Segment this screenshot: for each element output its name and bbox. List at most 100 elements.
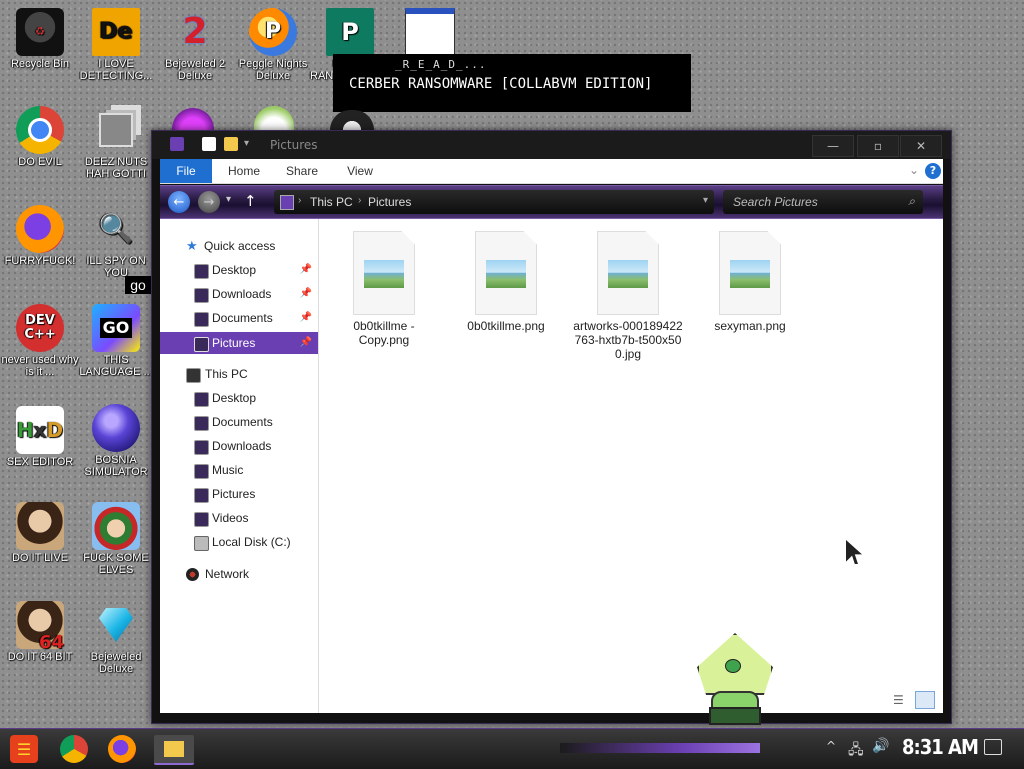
properties-qa-icon[interactable] <box>202 137 216 151</box>
partial-icon-gear[interactable] <box>330 110 374 130</box>
address-bar[interactable]: › This PC › Pictures ▾ <box>274 190 714 214</box>
show-hidden-icons-icon[interactable]: ^ <box>826 739 836 753</box>
nav-this-pc[interactable]: This PC <box>160 363 318 385</box>
action-center-icon[interactable] <box>984 739 1002 755</box>
pin-icon[interactable]: 📌 <box>300 332 312 354</box>
maximize-button[interactable]: ▫ <box>857 135 899 157</box>
close-button[interactable]: ✕ <box>900 135 942 157</box>
details-view-icon[interactable]: ☰ <box>893 693 904 707</box>
search-icon[interactable]: ⌕ <box>908 194 915 209</box>
desktop-icon-do-it-64[interactable]: 64 DO IT 64 BIT <box>0 601 80 663</box>
qa-dropdown-icon[interactable]: ▾ <box>244 138 249 149</box>
breadcrumb-separator-icon: › <box>298 195 302 206</box>
search-box[interactable]: Search Pictures ⌕ <box>723 190 923 214</box>
nav-pc-documents[interactable]: Documents <box>160 411 318 433</box>
breadcrumb-this-pc[interactable]: This PC <box>310 195 353 209</box>
pin-icon[interactable]: 📌 <box>300 307 312 329</box>
desktop-folder-icon <box>194 264 209 279</box>
nav-pc-pictures[interactable]: Pictures <box>160 483 318 505</box>
forward-button[interactable]: → <box>198 191 220 213</box>
nav-pc-music[interactable]: Music <box>160 459 318 481</box>
view-toggle: ☰ <box>893 691 937 709</box>
goland-icon: GO <box>92 304 140 352</box>
taskbar: ☰ ^ 🖧 🔊 8:31 AM <box>0 728 1024 769</box>
tab-file[interactable]: File <box>160 159 212 183</box>
desktop-icon-fuck-some-elves[interactable]: FUCK SOME ELVES <box>76 502 156 576</box>
portrait-icon <box>16 502 64 550</box>
ransom-file-label: _R_E_A_D_... <box>395 58 487 71</box>
nav-network[interactable]: Network <box>160 563 318 585</box>
breadcrumb-pictures[interactable]: Pictures <box>368 195 411 209</box>
breadcrumb-separator-icon: › <box>358 195 362 206</box>
file-explorer-window: ▾ Pictures — ▫ ✕ File Home Share View ⌄ … <box>151 130 952 725</box>
partial-icon-flower[interactable] <box>254 106 294 130</box>
tab-home[interactable]: Home <box>222 159 266 183</box>
up-button[interactable]: ↑ <box>244 192 257 210</box>
volume-icon[interactable]: 🔊 <box>872 738 889 754</box>
desktop-folder-icon <box>194 392 209 407</box>
tab-share[interactable]: Share <box>280 159 324 183</box>
chrome-icon <box>16 106 64 154</box>
pin-icon[interactable]: 📌 <box>300 283 312 305</box>
desktop-icon-recycle-bin[interactable]: ♻ Recycle Bin <box>0 8 80 70</box>
recent-locations-icon[interactable]: ▾ <box>226 194 231 205</box>
file-item[interactable]: artworks-000189422763-hxtb7b-t500x500.jp… <box>573 231 683 361</box>
desktop-icon-devcpp[interactable]: DEV C++ never used why is it ... <box>0 304 80 378</box>
tab-view[interactable]: View <box>338 159 382 183</box>
nav-pc-downloads[interactable]: Downloads <box>160 435 318 457</box>
file-item[interactable]: sexyman.png <box>695 231 805 333</box>
ribbon-tabs: File Home Share View ⌄ ? <box>160 159 943 184</box>
desktop-icon-chrome[interactable]: DO EVIL <box>0 106 80 168</box>
large-icons-view-icon[interactable] <box>915 691 935 709</box>
clock[interactable]: 8:31 AM <box>902 735 979 759</box>
nav-qa-documents[interactable]: Documents 📌 <box>160 307 318 329</box>
desktop-icon-bosnia-simulator[interactable]: BOSNIA SIMULATOR <box>76 404 156 478</box>
desktop-icon-bejeweled-2[interactable]: 2 Bejeweled 2 Deluxe <box>155 8 235 83</box>
desktop-icon-deez-nuts[interactable]: DEEZ NUTS HAH GOTTI <box>76 106 156 180</box>
desktop-icon-do-it-live[interactable]: DO IT LIVE <box>0 502 80 564</box>
file-item[interactable]: 0b0tkillme.png <box>451 231 561 333</box>
ribbon-expand-icon[interactable]: ⌄ <box>909 163 919 177</box>
search-placeholder: Search Pictures <box>733 195 818 209</box>
desktop-icon-bejeweled-deluxe[interactable]: Bejeweled Deluxe <box>76 601 156 675</box>
navigation-pane: ★ Quick access Desktop 📌 Downloads 📌 Doc… <box>160 219 319 713</box>
start-button[interactable]: ☰ <box>10 735 38 763</box>
image-file-icon <box>719 231 781 315</box>
window-title: Pictures <box>270 138 318 152</box>
back-button[interactable]: ← <box>168 191 190 213</box>
partial-icon-orb[interactable] <box>172 108 214 130</box>
file-item[interactable]: 0b0tkillme - Copy.png <box>329 231 439 347</box>
desktop-icon-peggle-nights[interactable]: P Peggle Nights Deluxe <box>233 8 313 82</box>
nav-pc-local-disk[interactable]: Local Disk (C:) <box>160 531 318 553</box>
documents-folder-icon <box>194 416 209 431</box>
ransom-message: CERBER RANSOMWARE [COLLABVM EDITION] <box>349 76 653 92</box>
help-icon[interactable]: ? <box>925 163 941 179</box>
ransomware-banner: _R_E_A_D_... CERBER RANSOMWARE [COLLABVM… <box>333 54 691 112</box>
taskbar-firefox-icon[interactable] <box>108 735 136 763</box>
desktop-icon-i-love-detecting[interactable]: De I LOVE DETECTING... <box>76 8 156 82</box>
image-file-icon <box>597 231 659 315</box>
spy-magnifier-icon: 🔍 <box>98 212 134 245</box>
desktop-icon-this-language[interactable]: GO THIS LANGUAGE ... <box>76 304 156 378</box>
nav-qa-pictures[interactable]: Pictures 📌 <box>160 332 318 354</box>
address-dropdown-icon[interactable]: ▾ <box>703 195 708 206</box>
pin-icon[interactable]: 📌 <box>300 259 312 281</box>
desktop-icon-ill-spy-on-you[interactable]: 🔍 ILL SPY ON YOU <box>76 205 156 280</box>
pictures-folder-icon <box>194 488 209 503</box>
taskbar-chrome-icon[interactable] <box>60 735 88 763</box>
desktop-icon-hxd[interactable]: HxD SEX EDITOR <box>0 406 80 468</box>
nav-pc-videos[interactable]: Videos <box>160 507 318 529</box>
new-folder-qa-icon[interactable] <box>224 137 238 151</box>
nav-pc-desktop[interactable]: Desktop <box>160 387 318 409</box>
network-tray-icon[interactable]: 🖧 <box>848 739 864 763</box>
nav-quick-access[interactable]: ★ Quick access <box>160 235 318 257</box>
minimize-button[interactable]: — <box>812 135 854 157</box>
taskbar-accent-bar <box>560 743 760 753</box>
explorer-app-icon[interactable] <box>170 137 184 151</box>
desktop-icon-firefox[interactable]: FURRYFUCK! <box>0 205 80 267</box>
nav-qa-downloads[interactable]: Downloads 📌 <box>160 283 318 305</box>
nav-qa-desktop[interactable]: Desktop 📌 <box>160 259 318 281</box>
taskbar-explorer-icon[interactable] <box>154 735 194 765</box>
computer-icon <box>186 368 201 383</box>
address-folder-icon <box>280 195 294 210</box>
